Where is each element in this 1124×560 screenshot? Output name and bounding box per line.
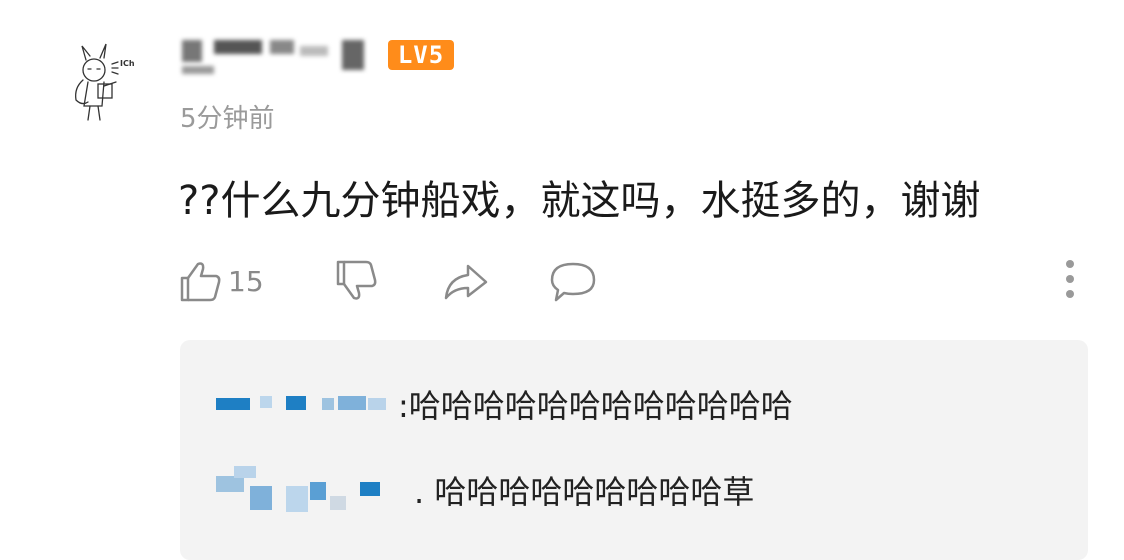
avatar[interactable]: ICh	[52, 36, 144, 128]
share-button[interactable]	[440, 254, 490, 308]
avatar-sketch: ICh	[75, 43, 135, 121]
reply-text: :哈哈哈哈哈哈哈哈哈哈哈哈	[398, 387, 793, 425]
comment-bubble-icon	[550, 262, 596, 302]
dislike-button[interactable]	[332, 254, 382, 308]
reply-username-redacted	[214, 466, 414, 514]
level-badge: LV5	[388, 40, 454, 70]
reply-item[interactable]: . 哈哈哈哈哈哈哈哈哈草	[214, 466, 754, 514]
comment-text: ??什么九分钟船戏，就这吗，水挺多的，谢谢	[178, 178, 981, 224]
like-button[interactable]: 15	[176, 254, 264, 308]
reply-item[interactable]: :哈哈哈哈哈哈哈哈哈哈哈哈	[214, 380, 793, 428]
share-icon	[444, 264, 488, 300]
reply-username-redacted	[214, 380, 398, 428]
more-dot-icon	[1066, 290, 1074, 298]
more-options-button[interactable]	[1060, 260, 1080, 304]
thumbs-down-icon	[336, 260, 377, 300]
like-count: 15	[228, 264, 264, 298]
username-redacted[interactable]	[180, 38, 376, 76]
svg-text:ICh: ICh	[120, 59, 135, 68]
thumbs-up-icon	[180, 262, 221, 302]
more-dot-icon	[1066, 275, 1074, 283]
more-dot-icon	[1066, 260, 1074, 268]
reply-preview-box[interactable]: :哈哈哈哈哈哈哈哈哈哈哈哈 . 哈哈哈哈哈哈哈哈哈草	[180, 340, 1088, 560]
action-bar: 15	[176, 254, 1076, 308]
timestamp: 5分钟前	[180, 104, 275, 134]
reply-text: . 哈哈哈哈哈哈哈哈哈草	[414, 473, 755, 511]
reply-button[interactable]	[548, 254, 598, 308]
